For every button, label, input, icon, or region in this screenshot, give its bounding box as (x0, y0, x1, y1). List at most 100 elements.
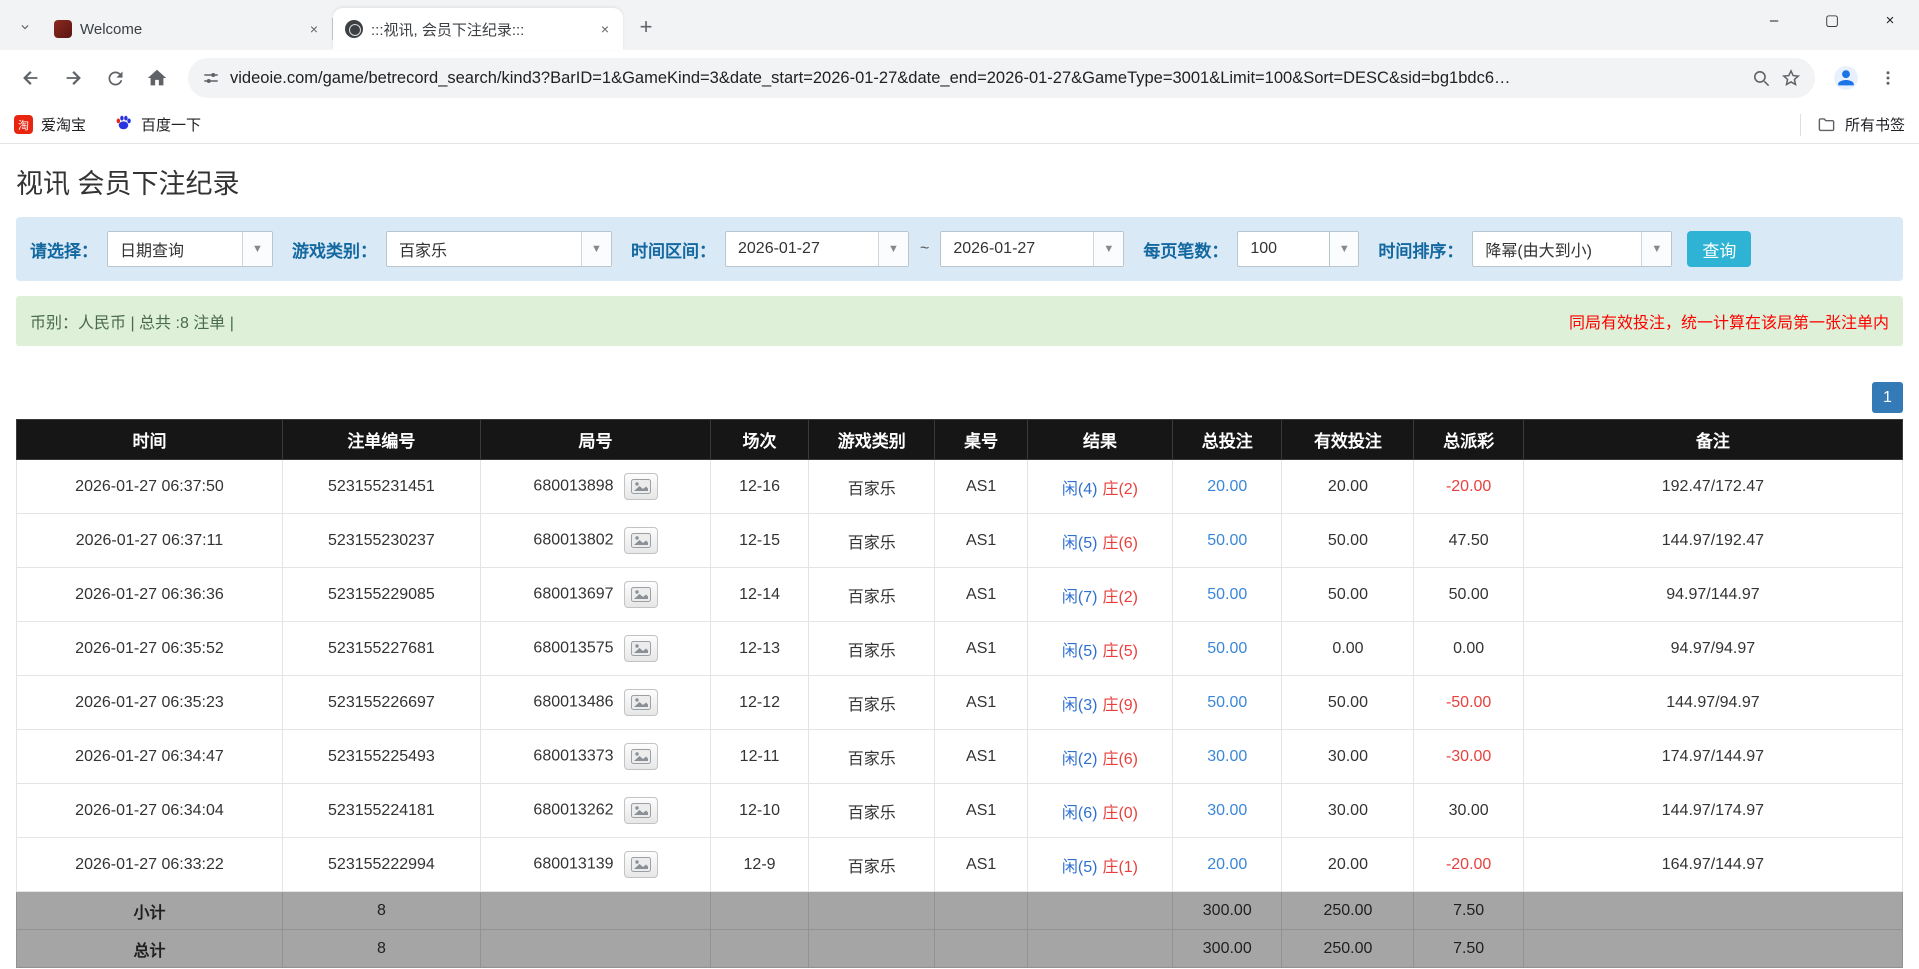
table-row: 2026-01-27 06:34:04523155224181680013262… (17, 784, 1903, 838)
cell-bet-id: 523155225493 (282, 730, 480, 784)
cell-time: 2026-01-27 06:36:36 (17, 568, 283, 622)
cell-note: 192.47/172.47 (1523, 460, 1902, 514)
welcome-favicon (54, 20, 72, 38)
replay-icon[interactable] (624, 581, 658, 608)
bookmark-label: 百度一下 (141, 114, 201, 135)
cell-time: 2026-01-27 06:34:04 (17, 784, 283, 838)
cell-note: 144.97/174.97 (1523, 784, 1902, 838)
table-row: 2026-01-27 06:34:47523155225493680013373… (17, 730, 1903, 784)
replay-icon[interactable] (624, 743, 658, 770)
table-row: 2026-01-27 06:36:36523155229085680013697… (17, 568, 1903, 622)
refresh-button[interactable] (96, 59, 134, 97)
search-button[interactable]: 查询 (1687, 231, 1751, 267)
footer-payout: 7.50 (1414, 892, 1523, 930)
new-tab-button[interactable]: + (631, 12, 661, 42)
cell-time: 2026-01-27 06:35:52 (17, 622, 283, 676)
forward-button[interactable] (54, 59, 92, 97)
cell-note: 94.97/94.97 (1523, 622, 1902, 676)
close-button[interactable]: × (1861, 0, 1919, 40)
home-button[interactable] (138, 59, 176, 97)
cell-total-bet: 20.00 (1173, 460, 1282, 514)
table-row: 2026-01-27 06:33:22523155222994680013139… (17, 838, 1903, 892)
cell-round: 680013898 (480, 460, 710, 514)
cell-valid-bet: 50.00 (1282, 676, 1414, 730)
table-header-row: 时间注单编号局号场次游戏类别桌号结果总投注有效投注总派彩备注 (17, 420, 1903, 460)
tab-welcome[interactable]: Welcome × (42, 8, 332, 50)
date-end-select[interactable]: 2026-01-27 ▼ (940, 231, 1124, 267)
query-type-select[interactable]: 日期查询 ▼ (107, 231, 273, 267)
folder-icon (1817, 115, 1836, 134)
column-header: 局号 (480, 420, 710, 460)
sort-value: 降幂(由大到小) (1473, 237, 1604, 261)
sort-select[interactable]: 降幂(由大到小) ▼ (1472, 231, 1672, 267)
page-button-1[interactable]: 1 (1872, 382, 1903, 413)
chevron-down-icon[interactable]: ▼ (1329, 231, 1359, 267)
footer-empty-cell (480, 930, 710, 968)
tab-close-icon[interactable]: × (595, 19, 615, 39)
result-player: 闲(4) (1062, 481, 1098, 498)
cell-table-no: AS1 (935, 514, 1027, 568)
bookmark-star-icon[interactable] (1781, 68, 1801, 88)
replay-icon[interactable] (624, 527, 658, 554)
site-settings-icon[interactable] (202, 69, 220, 87)
summary-bar: 币别：人民币 | 总共 :8 注单 | 同局有效投注，统一计算在该局第一张注单内 (16, 296, 1903, 346)
cell-total-bet: 50.00 (1173, 568, 1282, 622)
page-size-input[interactable] (1237, 231, 1329, 267)
replay-icon[interactable] (624, 797, 658, 824)
tab-search-button[interactable] (8, 10, 42, 44)
cell-game-kind: 百家乐 (809, 622, 935, 676)
result-player: 闲(5) (1062, 535, 1098, 552)
cell-result: 闲(5)庄(5) (1027, 622, 1172, 676)
replay-icon[interactable] (624, 473, 658, 500)
refresh-icon (105, 68, 126, 89)
bookmark-aitaobao[interactable]: 淘 爱淘宝 (14, 114, 86, 135)
result-player: 闲(7) (1062, 589, 1098, 606)
cell-game-kind: 百家乐 (809, 784, 935, 838)
zoom-icon[interactable] (1752, 69, 1771, 88)
tab-close-icon[interactable]: × (304, 19, 324, 39)
round-number: 680013139 (533, 856, 613, 873)
round-number: 680013373 (533, 748, 613, 765)
browser-menu-button[interactable] (1869, 59, 1907, 97)
date-start-select[interactable]: 2026-01-27 ▼ (725, 231, 909, 267)
maximize-button[interactable]: ▢ (1803, 0, 1861, 40)
column-header: 桌号 (935, 420, 1027, 460)
cell-bet-id: 523155231451 (282, 460, 480, 514)
taobao-icon: 淘 (14, 115, 33, 134)
replay-icon[interactable] (624, 851, 658, 878)
cell-time: 2026-01-27 06:35:23 (17, 676, 283, 730)
bookmark-baidu[interactable]: 百度一下 (114, 113, 201, 136)
round-number: 680013802 (533, 532, 613, 549)
profile-avatar[interactable] (1827, 59, 1865, 97)
round-number: 680013697 (533, 586, 613, 603)
cell-payout: 0.00 (1414, 622, 1523, 676)
cell-round: 680013373 (480, 730, 710, 784)
page-size-label: 每页笔数： (1143, 237, 1228, 262)
address-bar[interactable]: videoie.com/game/betrecord_search/kind3?… (188, 58, 1815, 98)
site-favicon (345, 20, 363, 38)
minimize-button[interactable]: – (1745, 0, 1803, 40)
game-kind-select[interactable]: 百家乐 ▼ (386, 231, 612, 267)
back-button[interactable] (12, 59, 50, 97)
tab-betrecord-active[interactable]: :::视讯, 会员下注纪录::: × (333, 8, 623, 50)
browser-window: Welcome × :::视讯, 会员下注纪录::: × + – ▢ × (0, 0, 1919, 144)
records-table: 时间注单编号局号场次游戏类别桌号结果总投注有效投注总派彩备注 2026-01-2… (16, 419, 1903, 968)
column-header: 备注 (1523, 420, 1902, 460)
replay-icon[interactable] (624, 635, 658, 662)
all-bookmarks[interactable]: 所有书签 (1800, 114, 1905, 136)
cell-note: 144.97/192.47 (1523, 514, 1902, 568)
replay-icon[interactable] (624, 689, 658, 716)
cell-table-no: AS1 (935, 838, 1027, 892)
cell-session: 12-11 (711, 730, 809, 784)
cell-note: 144.97/94.97 (1523, 676, 1902, 730)
round-number: 680013486 (533, 694, 613, 711)
footer-empty-cell (480, 892, 710, 930)
cell-table-no: AS1 (935, 784, 1027, 838)
cell-table-no: AS1 (935, 568, 1027, 622)
home-icon (146, 67, 168, 89)
arrow-left-icon (20, 67, 42, 89)
cell-bet-id: 523155224181 (282, 784, 480, 838)
footer-empty-cell (711, 892, 809, 930)
sort-label: 时间排序： (1378, 237, 1463, 262)
cell-payout: 50.00 (1414, 568, 1523, 622)
